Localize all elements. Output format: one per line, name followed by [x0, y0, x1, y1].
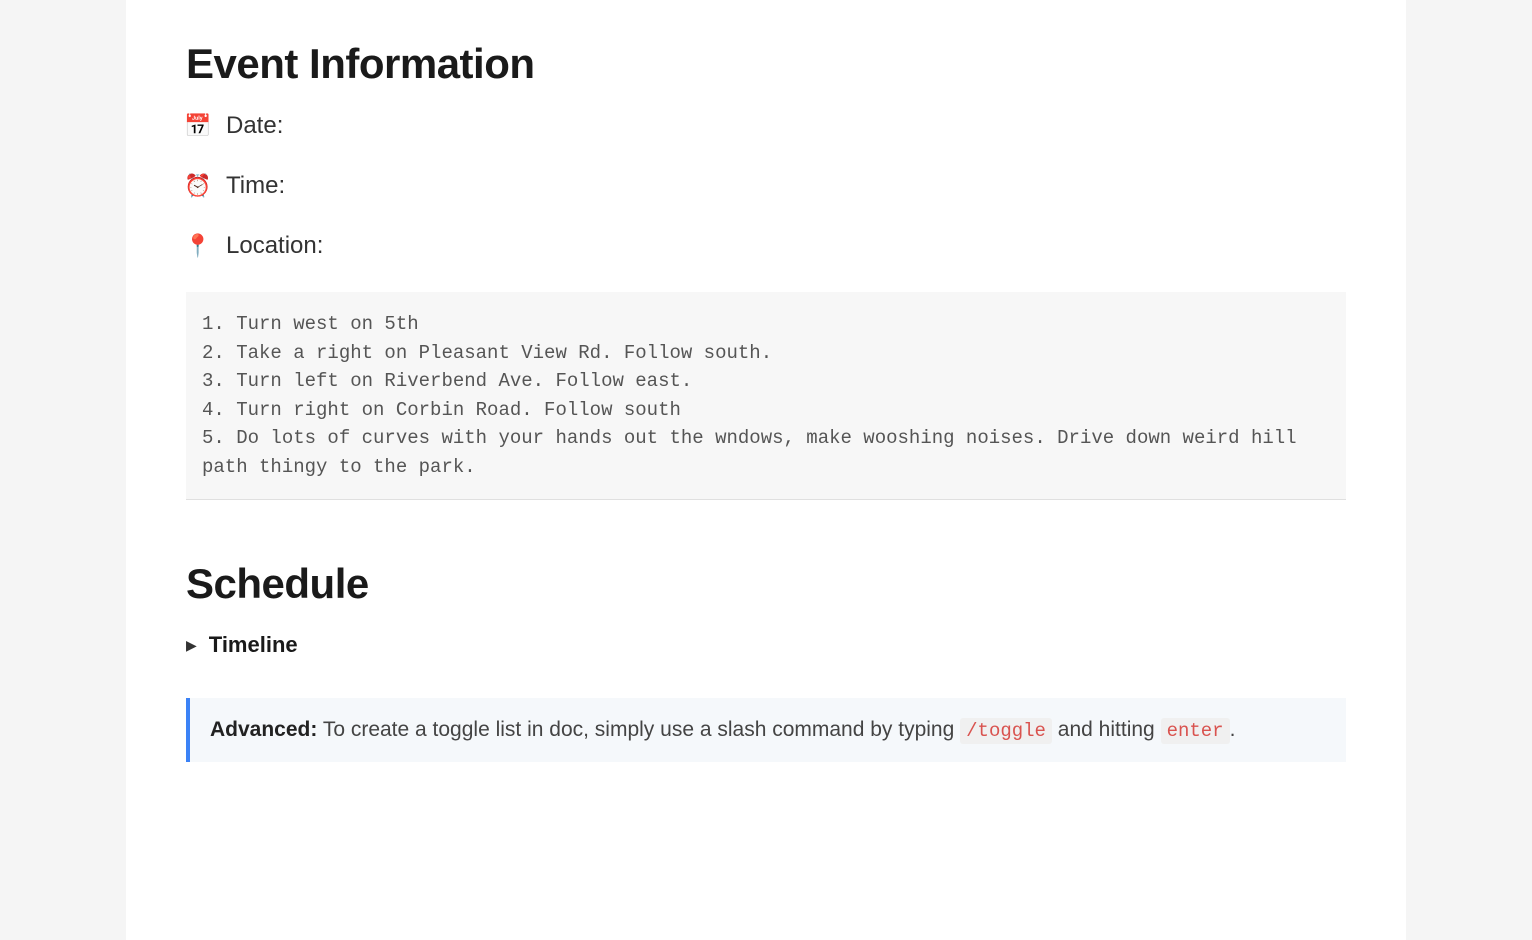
time-field-row[interactable]: ⏰ Time:: [186, 172, 1346, 200]
callout-text-1: To create a toggle list in doc, simply u…: [317, 718, 960, 741]
callout-text-3: .: [1230, 718, 1236, 741]
pin-icon: 📍: [186, 234, 210, 258]
document-page: Event Information 📅 Date: ⏰ Time: 📍 Loca…: [126, 0, 1406, 940]
enter-key-code: enter: [1161, 718, 1230, 744]
callout-text-2: and hitting: [1052, 718, 1161, 741]
calendar-icon: 📅: [186, 114, 210, 138]
timeline-toggle[interactable]: ▶ Timeline: [186, 632, 1346, 658]
chevron-right-icon: ▶: [186, 637, 197, 654]
time-label: Time:: [226, 172, 285, 200]
event-information-heading: Event Information: [186, 40, 1346, 88]
section-divider: [186, 499, 1346, 500]
location-field-row[interactable]: 📍 Location:: [186, 232, 1346, 260]
advanced-callout: Advanced: To create a toggle list in doc…: [186, 698, 1346, 762]
callout-strong-label: Advanced:: [210, 718, 317, 741]
directions-code-block[interactable]: 1. Turn west on 5th 2. Take a right on P…: [186, 292, 1346, 499]
location-label: Location:: [226, 232, 323, 260]
timeline-toggle-label: Timeline: [209, 632, 298, 658]
date-field-row[interactable]: 📅 Date:: [186, 112, 1346, 140]
date-label: Date:: [226, 112, 283, 140]
clock-icon: ⏰: [186, 174, 210, 198]
toggle-command-code: /toggle: [960, 718, 1052, 744]
schedule-heading: Schedule: [186, 560, 1346, 608]
